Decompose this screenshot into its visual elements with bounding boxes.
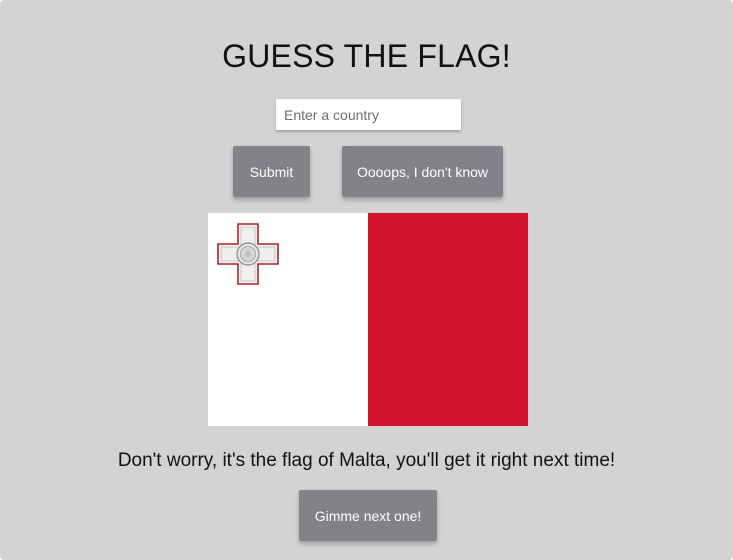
flag-image xyxy=(208,213,528,426)
result-message: Don't worry, it's the flag of Malta, you… xyxy=(117,450,616,471)
dont-know-button[interactable]: Oooops, I don't know xyxy=(342,146,503,197)
country-input[interactable] xyxy=(276,99,461,130)
flag-fly-red xyxy=(368,213,528,426)
game-card: GUESS THE FLAG! Submit Oooops, I don't k… xyxy=(0,0,733,560)
next-flag-button[interactable]: Gimme next one! xyxy=(299,490,437,541)
submit-button[interactable]: Submit xyxy=(233,146,310,197)
page-title: GUESS THE FLAG! xyxy=(222,38,511,74)
